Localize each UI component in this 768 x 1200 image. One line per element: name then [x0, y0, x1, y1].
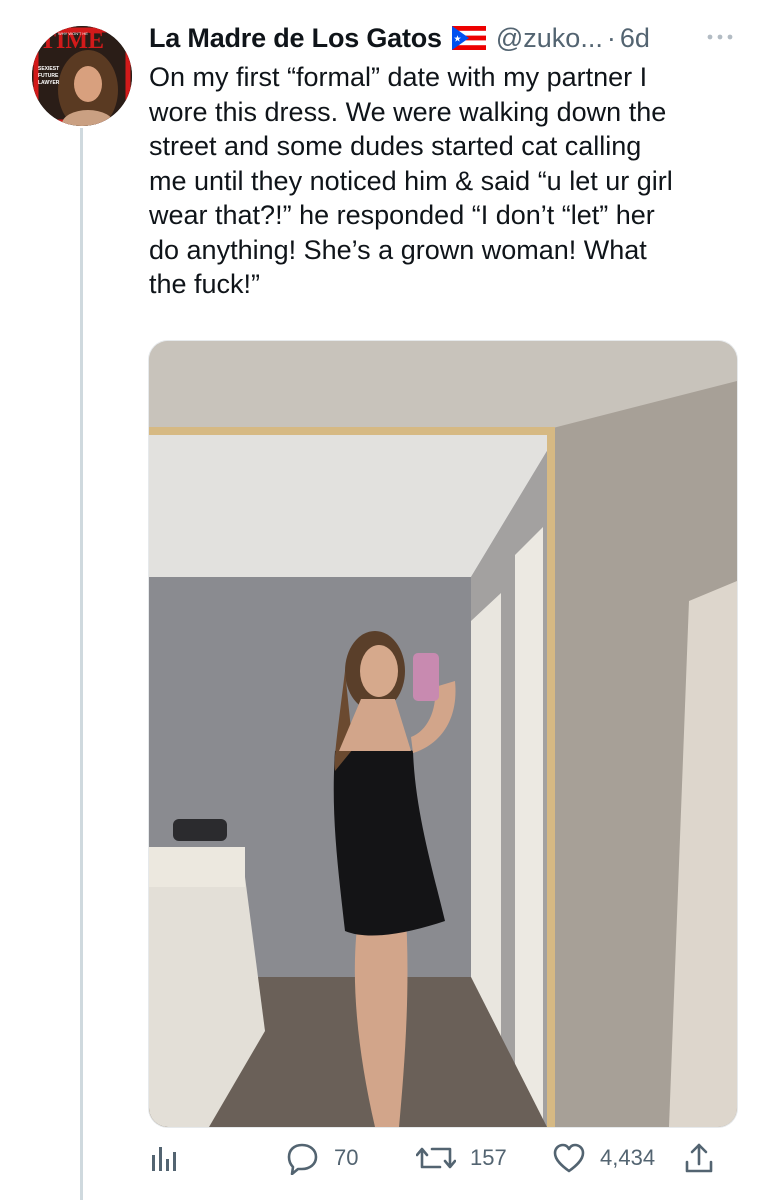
photo-illustration: [149, 341, 737, 1127]
share-upload-icon: [685, 1143, 713, 1173]
reply-bubble-icon: [287, 1143, 318, 1175]
avatar[interactable]: TIME WHY WON'T HE SEXIEST FUTURE LAWYER: [32, 26, 132, 126]
puerto-rico-flag-icon: [451, 26, 486, 50]
retweet-count: 157: [470, 1145, 507, 1170]
share-button[interactable]: [684, 1136, 714, 1180]
tweet[interactable]: TIME WHY WON'T HE SEXIEST FUTURE LAWYER …: [0, 0, 768, 1200]
avatar-image: TIME WHY WON'T HE SEXIEST FUTURE LAWYER: [32, 26, 132, 126]
user-handle[interactable]: @zuko...: [496, 23, 603, 54]
avatar-cover-line: SEXIEST: [38, 66, 59, 72]
tweet-header: La Madre de Los Gatos @zuko... · 6d: [149, 18, 749, 58]
like-count: 4,434: [600, 1145, 656, 1170]
display-name[interactable]: La Madre de Los Gatos: [149, 23, 442, 54]
retweet-icon: [416, 1147, 456, 1169]
more-options-icon[interactable]: [702, 24, 738, 54]
avatar-cover-line: FUTURE: [38, 73, 59, 79]
separator-dot: ·: [606, 22, 616, 53]
like-button[interactable]: 4,434: [552, 1136, 655, 1180]
thread-connector-line: [80, 128, 83, 1200]
heart-icon: [553, 1143, 585, 1173]
retweet-button[interactable]: 157: [416, 1136, 507, 1180]
tweet-action-bar: 70 157 4,434: [148, 1136, 728, 1180]
reply-button[interactable]: 70: [286, 1136, 358, 1180]
tweet-text: On my first “formal” date with my partne…: [149, 62, 673, 299]
reply-count: 70: [334, 1145, 359, 1170]
tweet-photo[interactable]: [148, 340, 738, 1128]
analytics-button[interactable]: [148, 1136, 178, 1180]
avatar-strip-text: WHY WON'T HE: [58, 31, 88, 36]
bar-chart-icon: [152, 1147, 176, 1171]
avatar-cover-line: LAWYER: [38, 80, 60, 86]
timestamp[interactable]: 6d: [620, 23, 650, 54]
